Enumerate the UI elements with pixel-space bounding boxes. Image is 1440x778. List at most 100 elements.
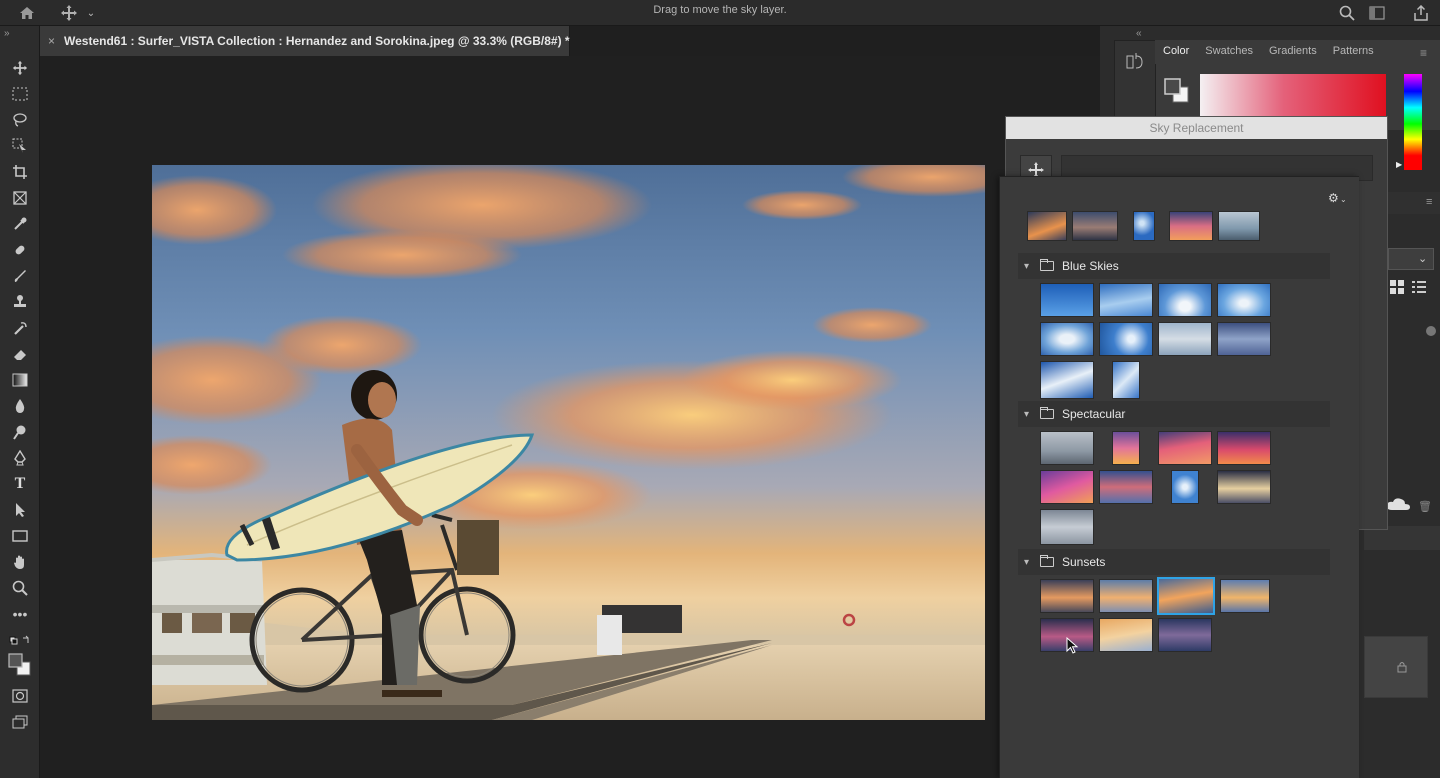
sky-thumb[interactable] — [1040, 283, 1094, 317]
search-icon[interactable] — [1336, 2, 1358, 24]
collapse-dock-icon[interactable]: « — [1136, 28, 1142, 39]
trash-icon[interactable]: 🗑 — [1418, 500, 1432, 513]
panel-menu-icon[interactable]: ≡ — [1420, 46, 1427, 60]
list-view-icon[interactable] — [1412, 280, 1426, 294]
hue-marker-icon[interactable]: ▶ — [1396, 160, 1402, 169]
recent-sky-4[interactable] — [1169, 211, 1213, 241]
document-tab[interactable]: × Westend61 : Surfer_VISTA Collection : … — [40, 26, 570, 56]
folder-icon — [1040, 407, 1054, 419]
close-tab-icon[interactable]: × — [48, 34, 55, 48]
folder-icon — [1040, 259, 1054, 271]
eyedropper-tool-icon[interactable] — [8, 213, 32, 235]
sky-thumb[interactable] — [1217, 431, 1271, 465]
sky-thumb[interactable] — [1112, 361, 1140, 399]
sky-thumb[interactable] — [1217, 470, 1271, 504]
color-swatches-icon[interactable] — [8, 651, 32, 679]
folder-label: Spectacular — [1062, 407, 1126, 421]
dodge-tool-icon[interactable] — [8, 421, 32, 443]
folder-sunsets[interactable]: ▾ Sunsets — [1018, 549, 1330, 575]
sky-preset-picker: ⚙ ⌄ ▾ Blue Skies ▾ Spectacular ▾ Sunsets — [999, 176, 1359, 778]
document-image[interactable] — [152, 165, 985, 720]
sky-thumb[interactable] — [1158, 431, 1212, 465]
gradient-tool-icon[interactable] — [8, 369, 32, 391]
sky-thumb[interactable] — [1099, 322, 1153, 356]
top-bar: ⌄ Drag to move the sky layer. — [0, 0, 1440, 26]
cloud-icon[interactable] — [1384, 496, 1414, 526]
sky-thumb[interactable] — [1112, 431, 1140, 465]
sky-thumb[interactable] — [1220, 579, 1270, 613]
tab-gradients[interactable]: Gradients — [1261, 40, 1325, 64]
sky-thumb[interactable] — [1040, 509, 1094, 545]
sky-thumb[interactable] — [1158, 283, 1212, 317]
folder-icon — [1040, 555, 1054, 567]
sky-thumb[interactable] — [1158, 618, 1212, 652]
sky-thumb[interactable] — [1171, 470, 1199, 504]
screen-mode-icon[interactable] — [8, 711, 32, 733]
tab-swatches[interactable]: Swatches — [1197, 40, 1261, 64]
grid-view-icon[interactable] — [1390, 280, 1404, 294]
collapse-icon[interactable]: » — [4, 28, 10, 39]
eraser-tool-icon[interactable] — [8, 343, 32, 365]
rectangle-tool-icon[interactable] — [8, 525, 32, 547]
frame-tool-icon[interactable] — [8, 187, 32, 209]
healing-brush-tool-icon[interactable] — [8, 239, 32, 261]
sky-thumb-selected[interactable] — [1157, 577, 1215, 615]
marquee-tool-icon[interactable] — [8, 83, 32, 105]
sky-thumb[interactable] — [1040, 361, 1094, 399]
status-hint: Drag to move the sky layer. — [653, 4, 787, 16]
swap-colors-icon[interactable] — [8, 630, 32, 652]
recent-sky-2[interactable] — [1072, 211, 1118, 241]
pen-tool-icon[interactable] — [8, 447, 32, 469]
scroll-thumb[interactable] — [1426, 326, 1436, 336]
object-select-tool-icon[interactable] — [8, 135, 32, 157]
sky-thumb[interactable] — [1099, 283, 1153, 317]
sky-thumb[interactable] — [1217, 322, 1271, 356]
stamp-tool-icon[interactable] — [8, 291, 32, 313]
sky-thumb[interactable] — [1099, 470, 1153, 504]
move-tool-icon[interactable] — [8, 57, 32, 79]
settings-gear-icon[interactable]: ⚙ — [1328, 191, 1339, 205]
path-select-tool-icon[interactable] — [8, 499, 32, 521]
sky-thumb[interactable] — [1040, 579, 1094, 613]
folder-spectacular[interactable]: ▾ Spectacular — [1018, 401, 1330, 427]
type-tool-icon[interactable]: T — [8, 473, 32, 495]
chevron-down-icon[interactable]: ▾ — [1024, 261, 1036, 272]
history-icon[interactable] — [1125, 52, 1145, 72]
mouse-cursor-icon — [1066, 636, 1080, 660]
more-tools-icon[interactable]: ••• — [8, 603, 32, 625]
hue-slider[interactable] — [1404, 74, 1422, 170]
sky-thumb[interactable] — [1099, 618, 1153, 652]
tab-patterns[interactable]: Patterns — [1325, 40, 1382, 64]
chevron-down-icon[interactable]: ▾ — [1024, 409, 1036, 420]
recent-sky-1[interactable] — [1027, 211, 1067, 241]
sky-thumb[interactable] — [1217, 283, 1271, 317]
panel-tabs: Color Swatches Gradients Patterns — [1155, 40, 1382, 64]
crop-tool-icon[interactable] — [8, 161, 32, 183]
sky-thumb[interactable] — [1040, 470, 1094, 504]
sky-thumb[interactable] — [1040, 431, 1094, 465]
recent-sky-3[interactable] — [1133, 211, 1155, 241]
hand-tool-icon[interactable] — [8, 551, 32, 573]
sky-thumb[interactable] — [1158, 322, 1212, 356]
recent-sky-5[interactable] — [1218, 211, 1260, 241]
sky-thumb[interactable] — [1099, 579, 1153, 613]
fg-bg-color-icon[interactable] — [1164, 78, 1190, 104]
sky-thumb[interactable] — [1040, 322, 1094, 356]
zoom-tool-icon[interactable] — [8, 577, 32, 599]
workspace-icon[interactable] — [1366, 2, 1388, 24]
panel-menu-icon-2[interactable]: ≡ — [1426, 196, 1432, 208]
folder-blue-skies[interactable]: ▾ Blue Skies — [1018, 253, 1330, 279]
chevron-down-icon[interactable]: ▾ — [1024, 557, 1036, 568]
quick-mask-icon[interactable] — [8, 685, 32, 707]
share-icon[interactable] — [1410, 2, 1432, 24]
lasso-tool-icon[interactable] — [8, 109, 32, 131]
color-field[interactable] — [1200, 74, 1386, 118]
chevron-down-icon[interactable]: ⌄ — [1340, 195, 1347, 204]
chevron-down-icon[interactable]: ⌄ — [1418, 252, 1427, 265]
dialog-title: Sky Replacement — [1006, 117, 1387, 139]
tab-color[interactable]: Color — [1155, 40, 1198, 64]
folder-label: Sunsets — [1062, 555, 1106, 569]
history-brush-tool-icon[interactable] — [8, 317, 32, 339]
brush-tool-icon[interactable] — [8, 265, 32, 287]
blur-tool-icon[interactable] — [8, 395, 32, 417]
